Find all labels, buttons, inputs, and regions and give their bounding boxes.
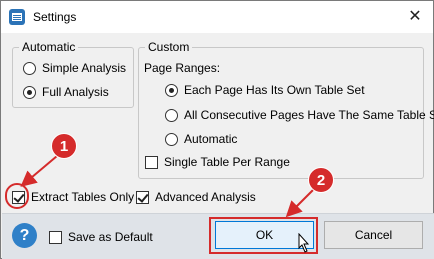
callout-badge-1: 1 [51, 133, 77, 159]
settings-dialog: Settings ✕ Automatic Simple Analysis Ful… [0, 0, 434, 259]
arrow-1 [20, 155, 58, 187]
callout-badge-2: 2 [308, 167, 334, 193]
arrow-2 [285, 189, 314, 218]
annotation-arrows [20, 155, 314, 218]
mouse-cursor-icon [298, 233, 310, 253]
